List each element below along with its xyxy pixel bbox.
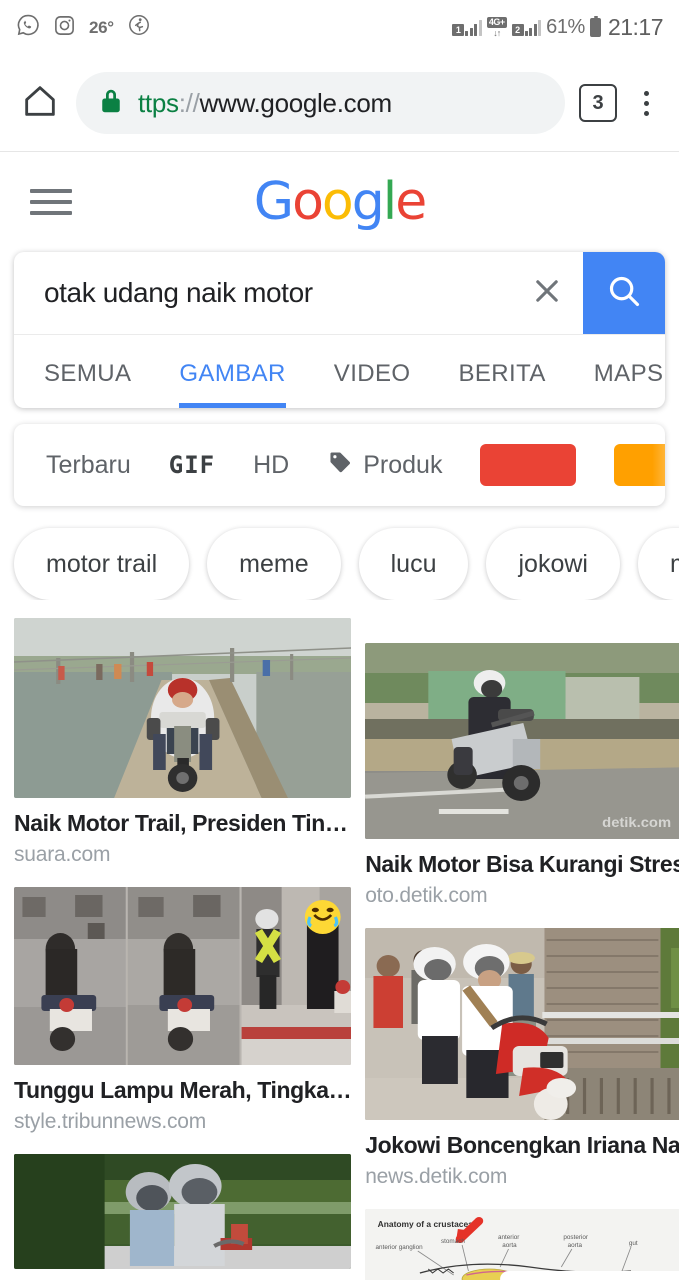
- google-logo: Google: [253, 172, 427, 232]
- url-bar[interactable]: ttps://www.google.com: [76, 72, 565, 134]
- related-searches-row: motor trail meme lucu jokowi m: [0, 506, 679, 600]
- search-query-text: otak udang naik motor: [44, 277, 313, 308]
- tab-semua[interactable]: SEMUA: [44, 335, 131, 408]
- url-separator: ://: [178, 87, 200, 118]
- tab-maps[interactable]: MAPS: [594, 335, 664, 408]
- chip-lucu[interactable]: lucu: [358, 528, 469, 600]
- two-riders-silver-helmets-motion-blur-image: [14, 1154, 352, 1269]
- result-source: style.tribunnews.com: [14, 1110, 207, 1133]
- lock-icon: [98, 86, 124, 121]
- anatomy-of-a-crustacean-diagram-image: Anatomy of a crustacean anterior ganglio…: [365, 1209, 679, 1280]
- tab-berita[interactable]: BERITA: [458, 335, 545, 408]
- result-item[interactable]: Naik Motor Trail, Presiden Tin… suara.co…: [14, 618, 352, 881]
- result-title[interactable]: Jokowi Boncengkan Iriana Na…: [365, 1132, 679, 1159]
- orange-swatch[interactable]: [614, 444, 665, 486]
- svg-text:posterior: posterior: [564, 1234, 589, 1241]
- svg-text:Anatomy of a crustacean: Anatomy of a crustacean: [378, 1220, 478, 1229]
- result-thumbnail[interactable]: [14, 1154, 352, 1269]
- sim2-signal-icon: 2: [511, 19, 542, 36]
- filter-produk-label: Produk: [363, 450, 443, 479]
- search-card: otak udang naik motor SEMUA GAMBAR VIDEO…: [14, 252, 665, 408]
- result-source: news.detik.com: [365, 1165, 508, 1188]
- submit-search-button[interactable]: [583, 252, 665, 334]
- chip-motor-trail[interactable]: motor trail: [14, 528, 190, 600]
- temperature-indicator: 26°: [89, 17, 114, 37]
- status-bar: 26° 1 4G+ ↓↑ 2 61% 21:17: [0, 0, 679, 55]
- google-header: Google: [0, 152, 679, 252]
- home-icon: [20, 81, 60, 126]
- battery-icon: [589, 16, 601, 37]
- result-source: suara.com: [14, 843, 111, 866]
- three-panel-collage-woman-on-motorcycle-and-traffic-officer-image: [14, 887, 352, 1065]
- result-thumbnail[interactable]: Anatomy of a crustacean anterior ganglio…: [365, 1209, 679, 1280]
- result-thumbnail[interactable]: [14, 618, 352, 798]
- overflow-menu-icon[interactable]: [631, 90, 661, 116]
- result-thumbnail[interactable]: detik.com: [365, 643, 679, 839]
- close-icon: [530, 274, 564, 313]
- filter-hd[interactable]: HD: [253, 451, 289, 480]
- search-input[interactable]: otak udang naik motor: [14, 252, 511, 334]
- result-item[interactable]: Anatomy of a crustacean anterior ganglio…: [365, 1209, 679, 1280]
- url-text: ttps://www.google.com: [138, 88, 392, 119]
- status-bar-right: 1 4G+ ↓↑ 2 61% 21:17: [452, 14, 664, 41]
- pedometer-icon: [127, 13, 151, 42]
- sim1-signal-icon: 1: [452, 19, 482, 36]
- home-button[interactable]: [18, 81, 62, 125]
- status-bar-left: 26°: [16, 13, 151, 42]
- svg-text:gut: gut: [629, 1240, 638, 1247]
- sim1-bars: [465, 19, 482, 36]
- result-title[interactable]: Tunggu Lampu Merah, Tingka…: [14, 1077, 351, 1104]
- result-item[interactable]: Tunggu Lampu Merah, Tingka… style.tribun…: [14, 887, 352, 1148]
- tab-video[interactable]: VIDEO: [334, 335, 411, 408]
- svg-text:detik.com: detik.com: [602, 815, 671, 831]
- network-type-icon: 4G+ ↓↑: [486, 17, 507, 38]
- search-row: otak udang naik motor: [14, 252, 665, 334]
- hamburger-menu-icon[interactable]: [30, 189, 72, 215]
- svg-text:anterior: anterior: [498, 1234, 519, 1241]
- svg-text:aorta: aorta: [568, 1242, 583, 1249]
- sim2-bars: [524, 19, 542, 36]
- image-results-grid: Naik Motor Trail, Presiden Tin… suara.co…: [0, 600, 679, 1280]
- tag-icon: [327, 449, 353, 482]
- two-people-white-shirts-helmets-on-red-motorcycle-image: [365, 928, 679, 1120]
- motion-blurred-scooter-rider-on-road-image: detik.com: [365, 643, 679, 839]
- red-swatch[interactable]: [480, 444, 577, 486]
- filter-terbaru[interactable]: Terbaru: [46, 451, 131, 480]
- svg-text:aorta: aorta: [502, 1242, 517, 1249]
- clock-label: 21:17: [607, 14, 664, 40]
- whatsapp-icon: [16, 13, 40, 42]
- google-images-page: Google otak udang naik motor SEMUA GAMBA…: [0, 152, 679, 1280]
- image-filter-bar: Terbaru GIF HD Produk: [14, 424, 665, 506]
- url-host: www.google.com: [199, 87, 393, 118]
- svg-text:anterior ganglion: anterior ganglion: [376, 1244, 424, 1251]
- chip-partial[interactable]: m: [637, 528, 679, 600]
- results-column-left: Naik Motor Trail, Presiden Tin… suara.co…: [14, 618, 352, 1280]
- results-column-right: detik.com Naik Motor Bisa Kurangi Stres …: [365, 618, 679, 1280]
- instagram-icon: [53, 14, 76, 42]
- search-icon: [605, 272, 643, 315]
- result-thumbnail[interactable]: [365, 928, 679, 1120]
- result-title[interactable]: Naik Motor Bisa Kurangi Stres: [365, 851, 679, 878]
- man-red-helmet-riding-trail-motorcycle-on-dirt-embankment-image: [14, 618, 352, 798]
- result-item[interactable]: Jokowi Boncengkan Iriana Na… news.detik.…: [365, 928, 679, 1203]
- result-source: oto.detik.com: [365, 884, 488, 907]
- search-vertical-tabs: SEMUA GAMBAR VIDEO BERITA MAPS: [14, 334, 665, 408]
- browser-toolbar: ttps://www.google.com 3: [0, 55, 679, 152]
- result-item[interactable]: detik.com Naik Motor Bisa Kurangi Stres …: [365, 643, 679, 922]
- url-scheme: ttps: [138, 87, 179, 118]
- clear-search-button[interactable]: [511, 252, 583, 334]
- battery-percent-label: 61%: [546, 16, 585, 38]
- tab-switcher-button[interactable]: 3: [579, 84, 617, 122]
- svg-text:stomach: stomach: [441, 1238, 465, 1245]
- filter-produk[interactable]: Produk: [327, 449, 442, 482]
- result-title[interactable]: Naik Motor Trail, Presiden Tin…: [14, 810, 351, 837]
- result-item[interactable]: [14, 1154, 352, 1269]
- chip-meme[interactable]: meme: [207, 528, 341, 600]
- result-thumbnail[interactable]: [14, 887, 352, 1065]
- chip-jokowi[interactable]: jokowi: [486, 528, 620, 600]
- filter-gif[interactable]: GIF: [169, 451, 215, 479]
- tab-gambar[interactable]: GAMBAR: [179, 335, 287, 408]
